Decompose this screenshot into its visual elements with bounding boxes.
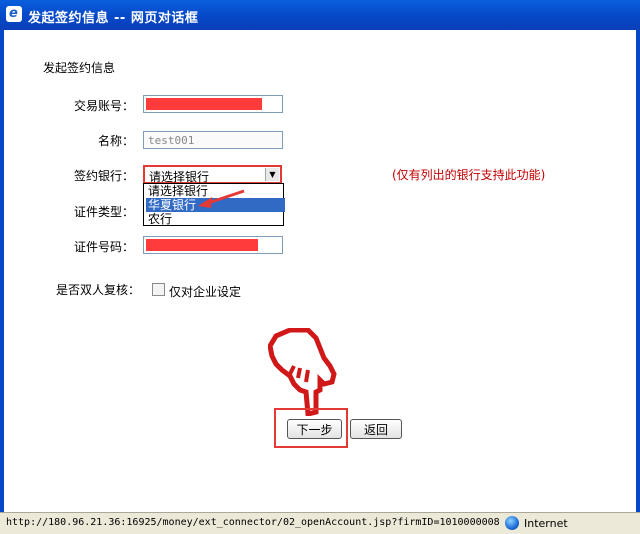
account-input[interactable]	[143, 95, 283, 113]
bank-support-hint: (仅有列出的银行支持此功能)	[392, 168, 546, 182]
dual-review-label: 是否双人复核：	[55, 283, 140, 297]
back-button[interactable]: 返回	[350, 419, 402, 439]
globe-icon	[505, 516, 519, 530]
account-label: 交易账号：	[73, 99, 134, 113]
dialog-titlebar: e 发起签约信息 -- 网页对话框	[0, 0, 640, 30]
dual-review-checkbox[interactable]	[152, 283, 165, 296]
chevron-down-icon[interactable]: ▼	[265, 168, 279, 181]
window-title: 发起签约信息 -- 网页对话框	[28, 11, 199, 26]
bank-option[interactable]: 农行	[146, 212, 285, 226]
redaction-mark	[146, 98, 262, 110]
window-frame-right	[636, 30, 640, 534]
id-type-label: 证件类型：	[73, 205, 134, 219]
id-number-input[interactable]	[143, 236, 283, 254]
bank-select[interactable]: 请选择银行 ▼	[143, 165, 282, 184]
next-button[interactable]: 下一步	[287, 419, 342, 439]
ie-icon: e	[6, 6, 22, 22]
pointing-hand-icon	[268, 328, 337, 416]
name-input[interactable]: test001	[143, 131, 283, 149]
status-bar: http://180.96.21.36:16925/money/ext_conn…	[0, 512, 640, 534]
redaction-mark	[146, 239, 258, 251]
status-url: http://180.96.21.36:16925/money/ext_conn…	[6, 517, 500, 528]
bank-label: 签约银行：	[73, 169, 134, 183]
annotation-arrow-icon	[198, 189, 245, 208]
dual-review-checkbox-label: 仅对企业设定	[169, 285, 242, 299]
section-title: 发起签约信息	[43, 61, 116, 75]
security-zone: Internet	[524, 517, 568, 530]
id-number-label: 证件号码：	[73, 240, 134, 254]
window-frame-left	[0, 30, 4, 534]
name-label: 名称：	[97, 134, 134, 148]
name-value: test001	[148, 134, 195, 147]
